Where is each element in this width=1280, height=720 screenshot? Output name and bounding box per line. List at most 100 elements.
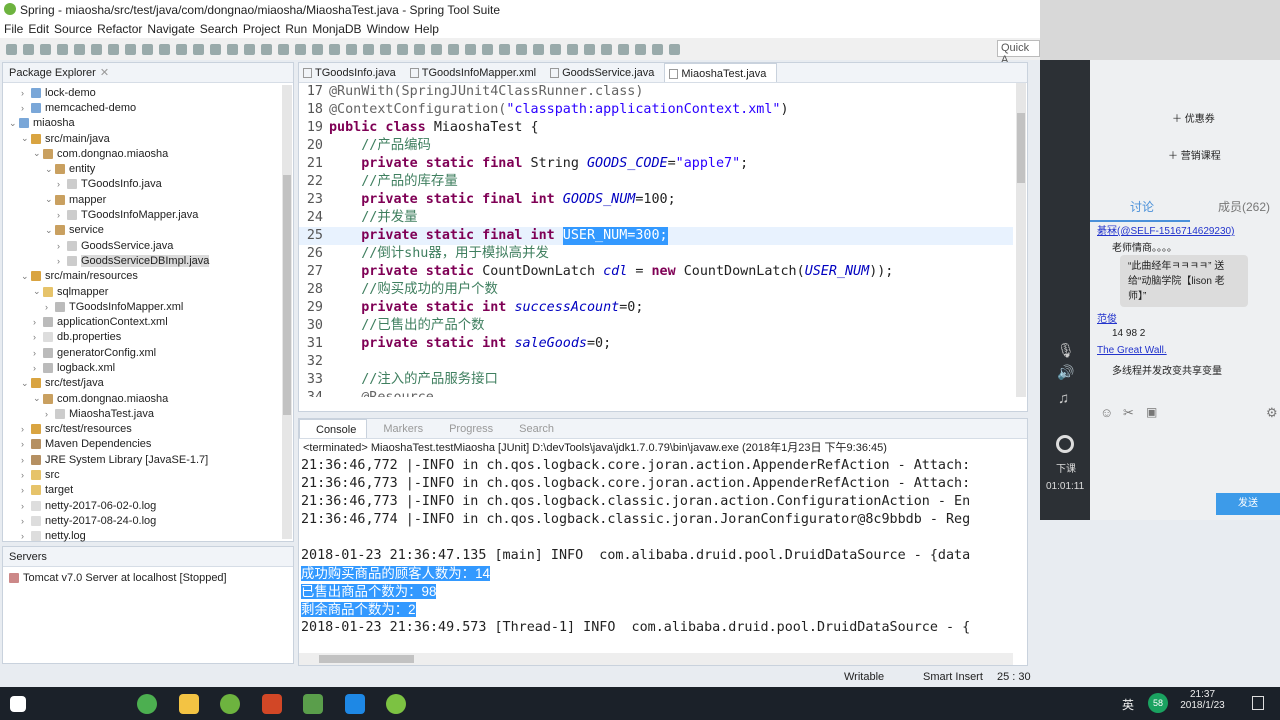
chevron-right-icon[interactable]: › (21, 516, 31, 526)
chat-user[interactable]: 范俊 (1097, 310, 1117, 325)
end-class-icon[interactable] (1056, 435, 1074, 453)
quick-access-input[interactable]: Quick A (997, 40, 1040, 66)
chevron-right-icon[interactable]: › (33, 317, 43, 327)
tree-item[interactable]: ⌄ src/main/java (3, 131, 281, 146)
toolbar-button-icon[interactable] (91, 43, 102, 55)
tree-item[interactable]: › src/test/resources (3, 422, 281, 437)
notification-icon[interactable] (1252, 696, 1264, 710)
powerpoint-icon[interactable] (262, 694, 282, 714)
toolbar-button-icon[interactable] (584, 43, 595, 55)
chevron-right-icon[interactable]: › (57, 210, 67, 220)
toolbar-button-icon[interactable] (295, 43, 306, 55)
tree-item[interactable]: ⌄ mapper (3, 192, 281, 207)
toolbar-button-icon[interactable] (448, 43, 459, 55)
ime-indicator[interactable]: 英 (1122, 696, 1134, 713)
server-item[interactable]: Tomcat v7.0 Server at localhost [Stopped… (3, 570, 293, 585)
tree-item[interactable]: ⌄ sqlmapper (3, 284, 281, 299)
chevron-right-icon[interactable]: › (45, 409, 55, 419)
chevron-right-icon[interactable]: › (21, 424, 31, 434)
toolbar-button-icon[interactable] (176, 43, 187, 55)
settings-icon[interactable]: ⚙ (1266, 405, 1278, 421)
toolbar-button-icon[interactable] (652, 43, 663, 55)
editor-tab[interactable]: TGoodsInfoMapper.xml (406, 63, 546, 82)
browser-icon[interactable] (137, 694, 157, 714)
app-icon[interactable] (386, 694, 406, 714)
console-tab-console[interactable]: Console (299, 419, 368, 438)
chevron-down-icon[interactable]: ⌄ (21, 133, 31, 144)
servers-title[interactable]: Servers (9, 551, 47, 563)
console-tab-search[interactable]: Search (503, 419, 564, 438)
menu-help[interactable]: Help (414, 20, 444, 38)
chevron-right-icon[interactable]: › (21, 531, 31, 541)
tree-item[interactable]: › db.properties (3, 330, 281, 345)
chevron-down-icon[interactable]: ⌄ (45, 194, 55, 205)
speaker-icon[interactable]: 🔊 (1057, 364, 1074, 381)
toolbar-button-icon[interactable] (125, 43, 136, 55)
menu-window[interactable]: Window (367, 20, 415, 38)
toolbar-button-icon[interactable] (227, 43, 238, 55)
tree-item[interactable]: › TGoodsInfoMapper.java (3, 207, 281, 222)
chevron-right-icon[interactable]: › (33, 332, 43, 342)
chevron-down-icon[interactable]: ⌄ (33, 393, 43, 404)
chevron-down-icon[interactable]: ⌄ (9, 118, 19, 129)
toolbar-button-icon[interactable] (312, 43, 323, 55)
chevron-down-icon[interactable]: ⌄ (33, 286, 43, 297)
app-icon[interactable] (345, 694, 365, 714)
toolbar-button-icon[interactable] (550, 43, 561, 55)
chevron-right-icon[interactable]: › (21, 455, 31, 465)
tree-item[interactable]: › netty.log (3, 529, 281, 544)
chat-user[interactable]: The Great Wall. (1097, 345, 1167, 356)
app-icon[interactable] (303, 694, 323, 714)
chevron-down-icon[interactable]: ⌄ (33, 148, 43, 159)
toolbar-button-icon[interactable] (414, 43, 425, 55)
toolbar-button-icon[interactable] (533, 43, 544, 55)
tree-item[interactable]: ⌄ entity (3, 161, 281, 176)
chevron-right-icon[interactable]: › (21, 439, 31, 449)
editor-tab[interactable]: GoodsService.java (546, 63, 664, 82)
tree-item[interactable]: › TGoodsInfo.java (3, 177, 281, 192)
tree-item[interactable]: › GoodsService.java (3, 238, 281, 253)
course-menu[interactable]: ＋ 营销课程 (1168, 147, 1221, 162)
toolbar-button-icon[interactable] (363, 43, 374, 55)
tree-item[interactable]: ⌄ com.dongnao.miaosha (3, 146, 281, 161)
chevron-down-icon[interactable]: ⌄ (21, 378, 31, 389)
scissors-icon[interactable]: ✂ (1123, 405, 1134, 421)
chevron-right-icon[interactable]: › (21, 485, 31, 495)
toolbar-button-icon[interactable] (108, 43, 119, 55)
tree-item[interactable]: › netty-2017-08-24-0.log (3, 513, 281, 528)
tree-item[interactable]: › logback.xml (3, 360, 281, 375)
chevron-right-icon[interactable]: › (57, 241, 67, 251)
chat-user[interactable]: 綦冧(@SELF-1516714629230) (1097, 222, 1234, 237)
menu-search[interactable]: Search (200, 20, 243, 38)
end-class-label[interactable]: 下课 (1056, 460, 1076, 475)
tree-item[interactable]: ⌄ src/test/java (3, 376, 281, 391)
toolbar-button-icon[interactable] (23, 43, 34, 55)
toolbar-button-icon[interactable] (40, 43, 51, 55)
tree-item[interactable]: ⌄ src/main/resources (3, 269, 281, 284)
start-icon[interactable] (10, 696, 26, 712)
menu-navigate[interactable]: Navigate (147, 20, 199, 38)
toolbar-button-icon[interactable] (380, 43, 391, 55)
toolbar-button-icon[interactable] (210, 43, 221, 55)
badge-icon[interactable]: 58 (1148, 693, 1168, 713)
tree-item[interactable]: › TGoodsInfoMapper.xml (3, 299, 281, 314)
toolbar-button-icon[interactable] (669, 43, 680, 55)
coupon-menu[interactable]: ＋ 优惠券 (1172, 110, 1215, 125)
chevron-right-icon[interactable]: › (21, 103, 31, 113)
chevron-right-icon[interactable]: › (33, 348, 43, 358)
chevron-right-icon[interactable]: › (21, 501, 31, 511)
package-explorer-title[interactable]: Package Explorer (9, 67, 96, 79)
toolbar-button-icon[interactable] (397, 43, 408, 55)
chevron-down-icon[interactable]: ⌄ (45, 164, 55, 175)
chevron-right-icon[interactable]: › (45, 302, 55, 312)
tree-item[interactable]: › target (3, 483, 281, 498)
toolbar-button-icon[interactable] (142, 43, 153, 55)
code-area[interactable]: 17 @RunWith(SpringJUnit4ClassRunner.class… (299, 83, 1013, 397)
chevron-right-icon[interactable]: › (21, 470, 31, 480)
explorer-icon[interactable] (179, 694, 199, 714)
image-icon[interactable]: ▣ (1146, 405, 1157, 419)
close-icon[interactable]: ✕ (100, 66, 109, 79)
toolbar-button-icon[interactable] (482, 43, 493, 55)
toolbar-button-icon[interactable] (244, 43, 255, 55)
emoji-icon[interactable]: ☺ (1100, 405, 1113, 420)
